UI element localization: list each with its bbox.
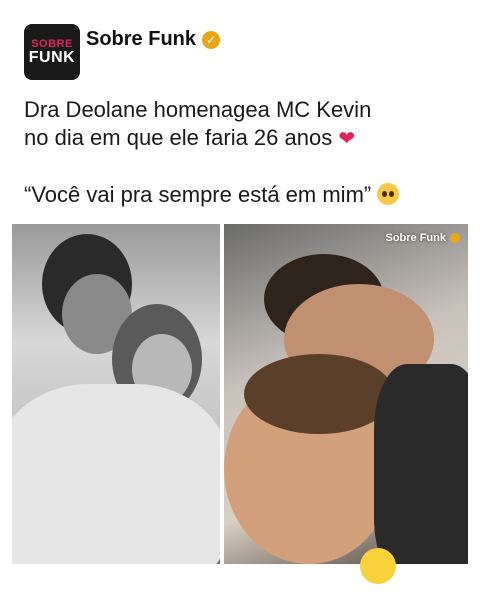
account-name[interactable]: Sobre Funk — [86, 28, 196, 51]
account-avatar[interactable]: SOBRE FUNK — [24, 24, 80, 80]
caption-line-2-text: no dia em que ele faria 26 anos — [24, 125, 333, 150]
post-caption: Dra Deolane homenagea MC Kevin no dia em… — [24, 96, 464, 209]
account-name-row: Sobre Funk ✓ — [86, 28, 221, 51]
post-header: SOBRE FUNK Sobre Funk ✓ — [24, 24, 464, 80]
emoji-sticker-icon — [360, 548, 396, 584]
caption-quote-text: “Você vai pra sempre está em mim” — [24, 182, 372, 207]
watermark-text: Sobre Funk — [385, 232, 446, 244]
photo-left — [12, 224, 220, 564]
photo-right-hair-2 — [244, 354, 394, 434]
photo-collage[interactable]: Sobre Funk — [12, 224, 468, 564]
caption-quote: “Você vai pra sempre está em mim” — [24, 181, 464, 209]
photo-left-clothing — [12, 384, 220, 564]
caption-line-2: no dia em que ele faria 26 anos ❤ — [24, 124, 464, 153]
avatar-logo-line1: SOBRE — [31, 37, 73, 50]
avatar-logo-line2: FUNK — [28, 48, 76, 66]
heart-icon: ❤ — [338, 128, 356, 150]
photo-watermark: Sobre Funk — [385, 232, 460, 244]
photo-right-clothing — [374, 364, 468, 564]
verified-badge-icon: ✓ — [202, 30, 221, 49]
watermark-verified-icon — [450, 233, 460, 243]
pleading-face-icon — [377, 183, 400, 205]
caption-line-1: Dra Deolane homenagea MC Kevin — [24, 97, 372, 122]
photo-right: Sobre Funk — [224, 224, 468, 564]
